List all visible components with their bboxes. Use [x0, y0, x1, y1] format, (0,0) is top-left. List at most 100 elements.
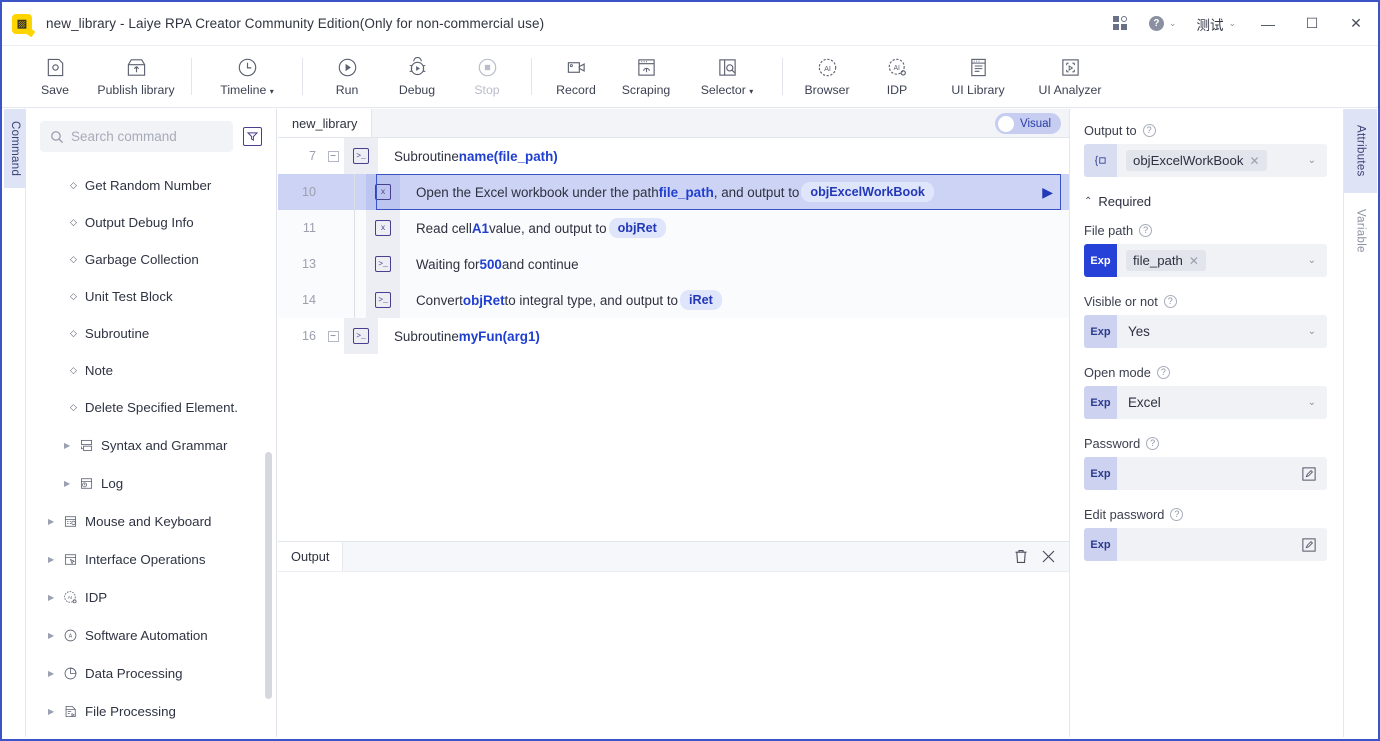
- toolbar-browser-button[interactable]: AI Browser: [792, 46, 862, 107]
- command-group-syntax-and-grammar[interactable]: ▶ Syntax and Grammar: [26, 426, 276, 464]
- command-group-interface-operations[interactable]: ▶ Interface Operations: [26, 540, 276, 578]
- code-row[interactable]: 11 x Read cell A1 value, and output to obj…: [278, 210, 1069, 246]
- search-input[interactable]: Search command: [40, 121, 233, 152]
- run-step-triangle-icon[interactable]: ▶: [1042, 184, 1053, 201]
- help-icon[interactable]: ?: [1146, 437, 1160, 450]
- code-row[interactable]: 13 >_ Waiting for 500 and continue: [278, 246, 1069, 282]
- rail-tab-attributes[interactable]: Attributes: [1344, 109, 1377, 193]
- command-group-idp[interactable]: ▶ AI IDP: [26, 578, 276, 616]
- ai-idp-icon: AI: [63, 590, 78, 605]
- remove-icon[interactable]: ✕: [1249, 154, 1259, 168]
- command-group-data-processing[interactable]: ▶ Data Processing: [26, 654, 276, 692]
- code-row[interactable]: 16− >_ Subroutine myFun(arg1): [278, 318, 1069, 354]
- code-row[interactable]: 7− >_ Subroutine name(file_path): [278, 138, 1069, 174]
- toolbar-publish-library-button[interactable]: Publish library: [90, 46, 182, 107]
- help-icon[interactable]: ?: [1142, 124, 1156, 137]
- code-token-plain: to integral type, and output to: [504, 292, 679, 308]
- chevron-down-icon[interactable]: ⌄: [1308, 397, 1316, 408]
- toolbar-ui-library-button[interactable]: UI Library: [932, 46, 1024, 107]
- command-item-unit-test-block[interactable]: ◇ Unit Test Block: [26, 278, 276, 315]
- help-icon[interactable]: ?: [1139, 224, 1153, 237]
- command-item-delete-specified-element[interactable]: ◇ Delete Specified Element.: [26, 389, 276, 426]
- command-item-output-debug-info[interactable]: ◇ Output Debug Info: [26, 204, 276, 241]
- command-item-note[interactable]: ◇ Note: [26, 352, 276, 389]
- fold-toggle[interactable]: −: [322, 138, 344, 174]
- command-group-file-processing[interactable]: ▶ File Processing: [26, 692, 276, 730]
- property-input[interactable]: Exp Yes ⌄: [1084, 315, 1327, 348]
- command-item-garbage-collection[interactable]: ◇ Garbage Collection: [26, 241, 276, 278]
- trash-icon[interactable]: [1014, 549, 1028, 564]
- command-list[interactable]: ◇ Get Random Number ◇ Output Debug Info ◇ Gar…: [26, 167, 276, 737]
- toolbar-record-button[interactable]: Record: [541, 46, 611, 107]
- apps-grid-button[interactable]: [1103, 2, 1139, 45]
- help-icon[interactable]: ?: [1170, 508, 1184, 521]
- chevron-down-icon[interactable]: ⌄: [1308, 255, 1316, 266]
- diamond-bullet-icon: ◇: [70, 217, 77, 227]
- fold-toggle[interactable]: −: [322, 318, 344, 354]
- edit-pencil-icon[interactable]: [1302, 466, 1316, 481]
- command-group-mouse-and-keyboard[interactable]: ▶ Mouse and Keyboard: [26, 502, 276, 540]
- property-input[interactable]: objExcelWorkBook ✕ ⌄: [1084, 144, 1327, 177]
- command-item-subroutine[interactable]: ◇ Subroutine: [26, 315, 276, 352]
- toolbar-timeline-button[interactable]: Timeline ▾: [201, 46, 293, 107]
- laiye-logo-icon: ▨: [12, 13, 32, 34]
- command-group-log[interactable]: ▶ Log: [26, 464, 276, 502]
- toolbar-debug-button[interactable]: Debug: [382, 46, 452, 107]
- expression-tag[interactable]: Exp: [1084, 386, 1117, 419]
- code-variable-chip[interactable]: iRet: [680, 290, 722, 310]
- help-icon[interactable]: ?: [1163, 295, 1177, 308]
- scraping-window-icon: [636, 57, 657, 79]
- property-input[interactable]: Exp: [1084, 528, 1327, 561]
- edit-pencil-icon[interactable]: [1302, 537, 1316, 552]
- expression-tag[interactable]: Exp: [1084, 457, 1117, 490]
- editor-tab-new-library[interactable]: new_library: [278, 109, 373, 137]
- chevron-right-icon: ▶: [48, 706, 55, 716]
- line-number: 14: [301, 293, 316, 307]
- required-section-header[interactable]: ⌃ Required: [1084, 194, 1327, 209]
- rail-tab-command[interactable]: Command: [4, 109, 26, 189]
- help-icon[interactable]: ?: [1156, 366, 1170, 379]
- toolbar-idp-button[interactable]: AI IDP: [862, 46, 932, 107]
- toolbar-ui-analyzer-button[interactable]: UI Analyzer: [1024, 46, 1116, 107]
- code-rows[interactable]: 7− >_ Subroutine name(file_path) 10 x Open th…: [278, 138, 1069, 541]
- property-input[interactable]: Exp Excel ⌄: [1084, 386, 1327, 419]
- remove-icon[interactable]: ✕: [1189, 254, 1199, 268]
- maximize-button[interactable]: ☐: [1290, 2, 1334, 45]
- expression-tag[interactable]: Exp: [1084, 244, 1117, 277]
- user-menu[interactable]: 测试 ⌄: [1186, 2, 1246, 45]
- property-input[interactable]: Exp file_path ✕ ⌄: [1084, 244, 1327, 277]
- expression-tag[interactable]: Exp: [1084, 315, 1117, 348]
- line-number: 16: [301, 329, 316, 343]
- chevron-down-icon[interactable]: ⌄: [1308, 155, 1316, 166]
- expression-tag[interactable]: Exp: [1084, 528, 1117, 561]
- rail-tab-variable[interactable]: Variable: [1344, 193, 1377, 269]
- code-variable-chip[interactable]: objRet: [608, 218, 666, 238]
- ui-library-icon: [968, 57, 989, 79]
- property-value-chip[interactable]: file_path ✕: [1126, 250, 1206, 271]
- help-button[interactable]: ? ⌄: [1139, 2, 1187, 45]
- command-list-scrollbar[interactable]: [265, 452, 272, 699]
- filter-dropdown-icon[interactable]: [243, 127, 262, 146]
- visual-mode-toggle[interactable]: Visual: [995, 113, 1061, 134]
- code-row[interactable]: 10 x Open the Excel workbook under the pat…: [278, 174, 1069, 210]
- toolbar-scraping-button[interactable]: Scraping: [611, 46, 681, 107]
- code-row[interactable]: 14 >_ Convert objRet to integral type, and…: [278, 282, 1069, 318]
- code-token-emphasis: file_path: [658, 184, 714, 200]
- output-panel: Output: [278, 541, 1069, 737]
- interface-ops-icon: [63, 552, 78, 567]
- code-variable-chip[interactable]: objExcelWorkBook: [801, 182, 934, 202]
- toolbar-save-button[interactable]: Save: [20, 46, 90, 107]
- chevron-down-icon[interactable]: ⌄: [1308, 326, 1316, 337]
- row-text: Waiting for 500 and continue: [400, 246, 1069, 282]
- command-item-get-random-number[interactable]: ◇ Get Random Number: [26, 167, 276, 204]
- output-tab[interactable]: Output: [278, 542, 344, 571]
- property-input[interactable]: Exp: [1084, 457, 1327, 490]
- property-value-chip[interactable]: objExcelWorkBook ✕: [1126, 150, 1267, 171]
- command-group-software-automation[interactable]: ▶ A Software Automation: [26, 616, 276, 654]
- close-icon[interactable]: [1042, 550, 1055, 563]
- close-button[interactable]: ✕: [1334, 2, 1378, 45]
- svg-text:AI: AI: [824, 64, 831, 73]
- toolbar-selector-button[interactable]: Selector ▾: [681, 46, 773, 107]
- toolbar-run-button[interactable]: Run: [312, 46, 382, 107]
- minimize-button[interactable]: —: [1246, 2, 1290, 45]
